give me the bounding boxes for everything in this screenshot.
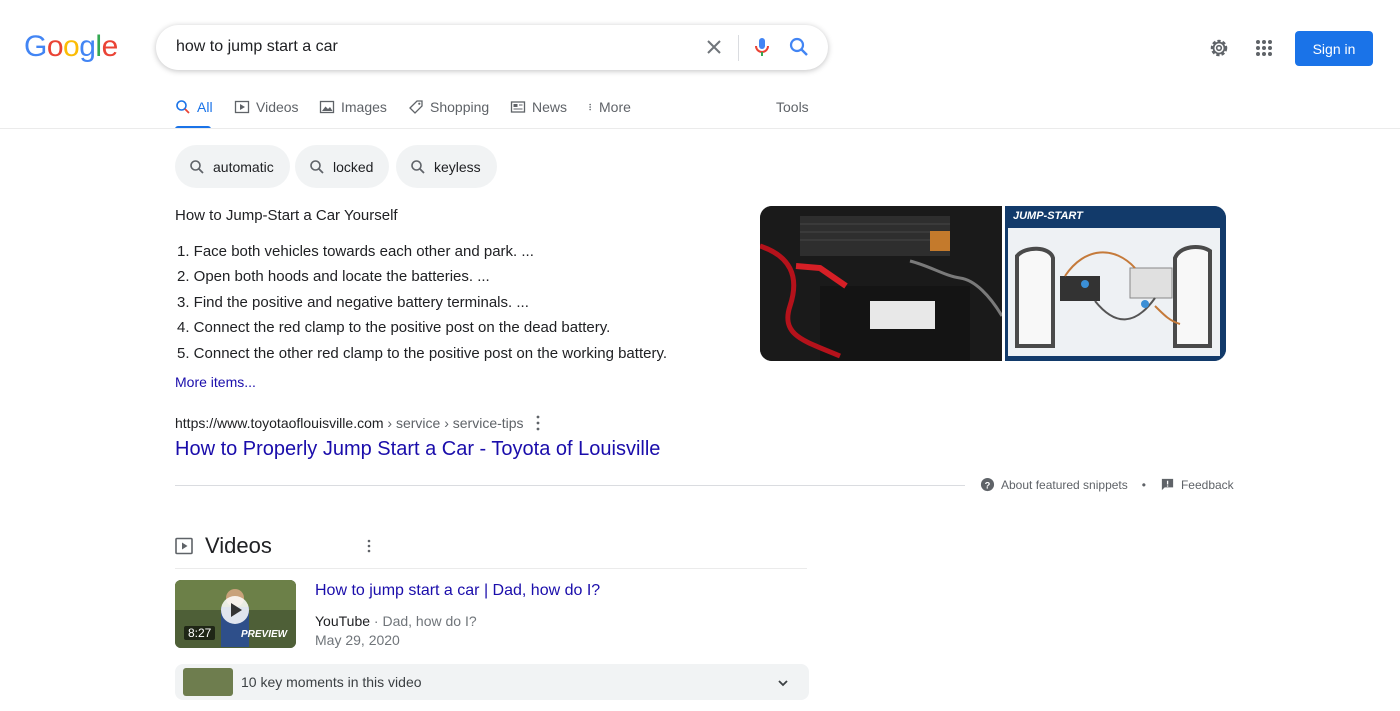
video-source: YouTube · Dad, how do I? bbox=[315, 613, 477, 629]
video-thumbnail[interactable]: 8:27 PREVIEW bbox=[175, 580, 296, 648]
chevron-down-icon[interactable] bbox=[775, 675, 791, 691]
video-title-link[interactable]: How to jump start a car | Dad, how do I? bbox=[315, 582, 600, 600]
separator-dot: • bbox=[1141, 477, 1146, 492]
search-icon bbox=[310, 159, 324, 174]
result-path: › service › service-tips bbox=[383, 415, 524, 431]
search-icon bbox=[190, 159, 204, 174]
jump-start-diagram[interactable]: JUMP-START bbox=[1005, 206, 1226, 361]
logo-letter: e bbox=[101, 30, 119, 63]
diagram-caption: JUMP-START bbox=[1013, 210, 1083, 222]
snippet-images[interactable]: JUMP-START bbox=[760, 206, 1226, 361]
tab-label: Tools bbox=[776, 99, 809, 115]
videos-heading: Videos bbox=[205, 533, 272, 558]
logo-letter: o bbox=[63, 30, 80, 63]
tab-label: Images bbox=[341, 99, 387, 115]
snippet-step: 4. Connect the red clamp to the positive… bbox=[177, 319, 611, 337]
play-icon bbox=[175, 537, 193, 555]
kebab-icon bbox=[589, 103, 591, 111]
tab-label: Shopping bbox=[430, 99, 490, 115]
tag-icon bbox=[409, 100, 423, 114]
sign-in-button[interactable]: Sign in bbox=[1295, 31, 1373, 66]
videos-section-header: Videos bbox=[175, 533, 376, 559]
tab-more[interactable]: More bbox=[587, 99, 631, 115]
preview-label: PREVIEW bbox=[241, 629, 288, 640]
video-channel: · Dad, how do I? bbox=[370, 613, 477, 629]
more-items-link[interactable]: More items... bbox=[175, 374, 256, 390]
tab-label: Videos bbox=[256, 99, 299, 115]
snippet-steps: 1. Face both vehicles towards each other… bbox=[177, 239, 667, 366]
moments-thumbnail bbox=[183, 668, 233, 696]
key-moments-label: 10 key moments in this video bbox=[241, 674, 422, 690]
kebab-icon[interactable] bbox=[531, 414, 545, 432]
feedback-link[interactable]: Feedback bbox=[1181, 478, 1234, 492]
snippet-step: 1. Face both vehicles towards each other… bbox=[177, 243, 534, 260]
chip-label: keyless bbox=[434, 158, 481, 175]
result-domain: https://www.toyotaoflouisville.com bbox=[175, 415, 384, 431]
gear-icon[interactable] bbox=[1207, 36, 1231, 60]
videos-divider bbox=[175, 568, 807, 569]
close-icon[interactable] bbox=[702, 35, 726, 59]
search-icon bbox=[176, 100, 190, 114]
mic-icon[interactable] bbox=[750, 35, 774, 59]
about-snippets-link[interactable]: About featured snippets bbox=[1001, 478, 1128, 492]
chip-label: automatic bbox=[213, 158, 274, 175]
snippet-step: 3. Find the positive and negative batter… bbox=[177, 293, 529, 311]
apps-grid-icon[interactable] bbox=[1252, 36, 1276, 60]
image-icon bbox=[319, 100, 335, 114]
tab-all[interactable]: All bbox=[175, 99, 213, 115]
chip-automatic[interactable]: automatic bbox=[175, 145, 290, 188]
key-moments-toggle[interactable]: 10 key moments in this video bbox=[175, 664, 809, 700]
tab-videos[interactable]: Videos bbox=[234, 99, 299, 115]
feedback-icon[interactable] bbox=[1160, 477, 1175, 492]
chip-keyless[interactable]: keyless bbox=[396, 145, 497, 188]
tab-label: All bbox=[197, 99, 213, 115]
video-platform: YouTube bbox=[315, 613, 371, 629]
logo-letter: g bbox=[79, 30, 96, 63]
chip-label: locked bbox=[333, 158, 374, 175]
snippet-step: 2. Open both hoods and locate the batter… bbox=[177, 268, 490, 286]
tabs-divider bbox=[0, 128, 1400, 129]
search-divider bbox=[738, 35, 739, 61]
help-icon[interactable]: ? bbox=[980, 477, 995, 492]
tab-label: More bbox=[599, 99, 631, 115]
chip-locked[interactable]: locked bbox=[295, 145, 390, 188]
svg-text:?: ? bbox=[985, 480, 991, 490]
search-icon[interactable] bbox=[787, 35, 811, 59]
logo-letter: o bbox=[46, 30, 64, 63]
tab-shopping[interactable]: Shopping bbox=[408, 99, 489, 115]
result-url[interactable]: https://www.toyotaoflouisville.com › ser… bbox=[175, 415, 524, 431]
search-box[interactable]: how to jump start a car bbox=[156, 25, 828, 70]
search-icon bbox=[411, 159, 425, 174]
snippet-title: How to Jump-Start a Car Yourself bbox=[175, 207, 398, 224]
snippet-footer: ? About featured snippets • Feedback bbox=[980, 477, 1234, 492]
snippet-divider bbox=[175, 485, 965, 486]
battery-photo[interactable] bbox=[760, 206, 1004, 361]
search-input[interactable]: how to jump start a car bbox=[176, 38, 338, 56]
logo-letter: G bbox=[24, 30, 47, 63]
tab-tools[interactable]: Tools bbox=[776, 99, 809, 115]
google-logo[interactable]: Google bbox=[24, 30, 118, 64]
video-date: May 29, 2020 bbox=[315, 632, 400, 648]
video-duration: 8:27 bbox=[184, 626, 216, 640]
result-title-link[interactable]: How to Properly Jump Start a Car - Toyot… bbox=[175, 438, 660, 461]
play-icon bbox=[234, 100, 250, 114]
snippet-step: 5. Connect the other red clamp to the po… bbox=[177, 344, 667, 362]
tab-images[interactable]: Images bbox=[319, 99, 387, 115]
tab-news[interactable]: News bbox=[510, 99, 567, 115]
news-icon bbox=[510, 101, 526, 113]
kebab-icon[interactable] bbox=[362, 537, 376, 555]
tab-label: News bbox=[532, 99, 568, 115]
